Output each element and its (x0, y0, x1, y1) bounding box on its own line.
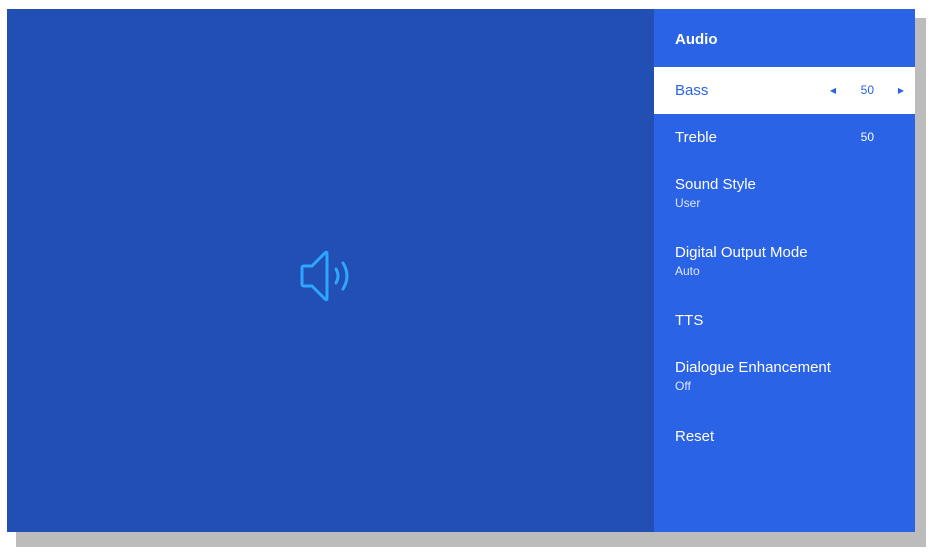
menu-item-label: TTS (675, 312, 704, 329)
menu-item-label: Dialogue Enhancement (675, 359, 831, 376)
audio-settings-panel: Audio Bass ◀ 50 ▶ Treble 50 Sound Style … (654, 9, 915, 532)
treble-value: 50 (860, 130, 874, 144)
menu-item-label: Sound Style (675, 176, 756, 193)
panel-title: Audio (675, 31, 718, 48)
menu-item-tts[interactable]: TTS (654, 312, 915, 329)
menu-item-digital-output-mode[interactable]: Digital Output Mode Auto (654, 244, 915, 278)
menu-item-treble[interactable]: Treble 50 (654, 129, 915, 146)
menu-item-bass[interactable]: Bass ◀ 50 ▶ (654, 67, 915, 114)
bass-value: 50 (860, 83, 874, 97)
speaker-volume-icon (300, 250, 349, 302)
arrow-left-icon[interactable]: ◀ (830, 67, 836, 114)
menu-item-subvalue: Off (675, 379, 691, 393)
menu-item-label: Treble (675, 129, 717, 146)
menu-item-subvalue: Auto (675, 264, 700, 278)
menu-item-reset[interactable]: Reset (654, 428, 915, 445)
menu-item-subvalue: User (675, 196, 701, 210)
menu-item-sound-style[interactable]: Sound Style User (654, 176, 915, 210)
preview-area (7, 9, 654, 532)
menu-item-label: Digital Output Mode (675, 244, 808, 261)
arrow-right-icon[interactable]: ▶ (898, 67, 904, 114)
menu-item-label: Bass (675, 82, 709, 99)
menu-item-dialogue-enhancement[interactable]: Dialogue Enhancement Off (654, 359, 915, 393)
menu-item-label: Reset (675, 428, 715, 445)
tv-screen: Audio Bass ◀ 50 ▶ Treble 50 Sound Style … (7, 9, 915, 532)
